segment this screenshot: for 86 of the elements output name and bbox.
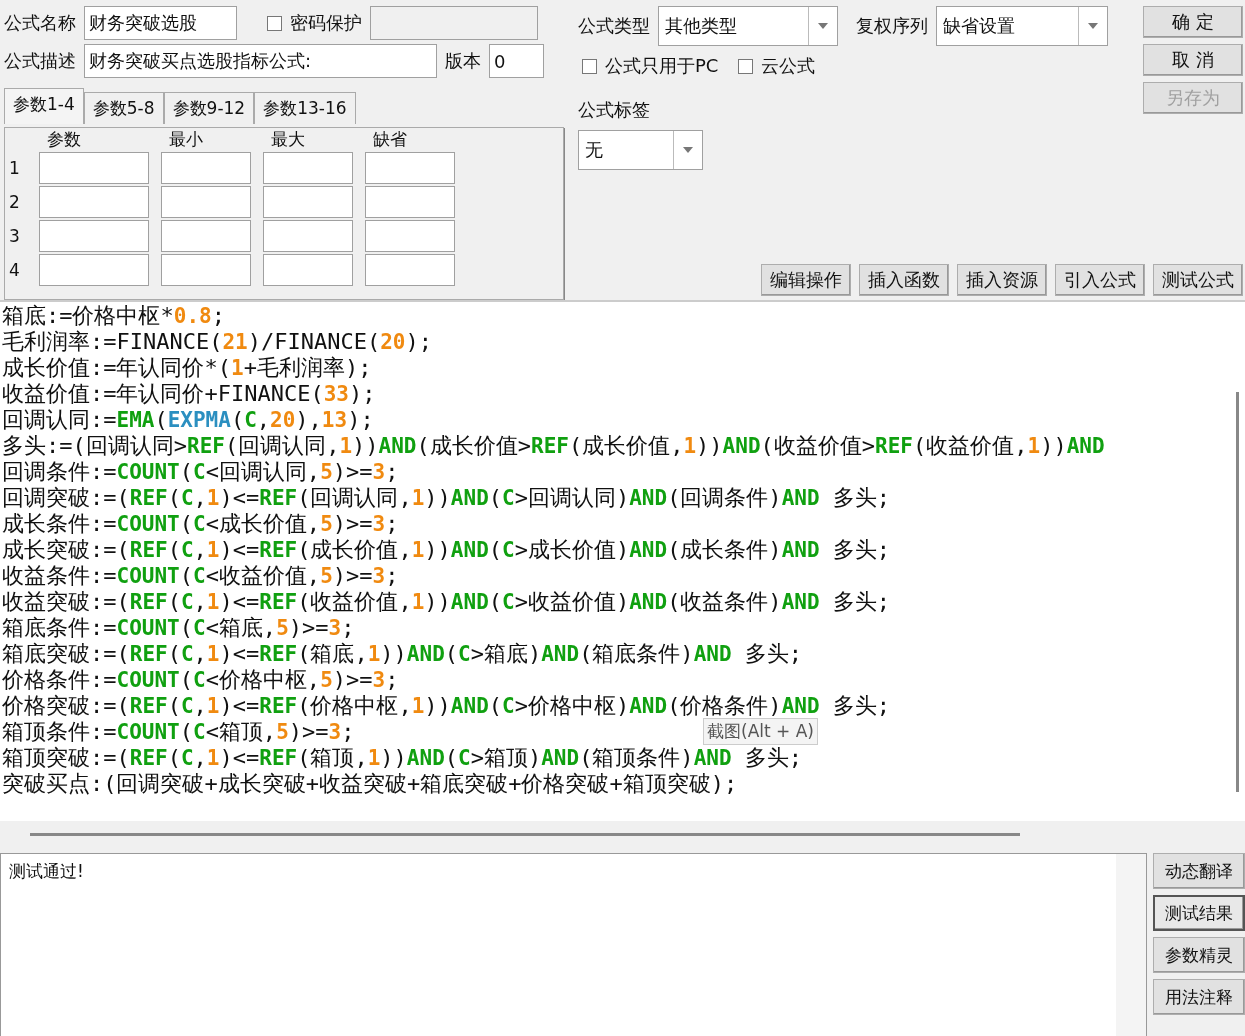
tab[interactable]: 参数5-8 — [83, 92, 164, 124]
code-line: 回调突破:=(REF(C,1)<=REF(回调认同,1))AND(C>回调认同)AND(回调条件)AND 多头; — [2, 484, 891, 510]
row-number: 1 — [9, 158, 21, 178]
input-field[interactable] — [161, 254, 251, 286]
toolbar-button[interactable]: 插入函数 — [859, 264, 949, 296]
input-field[interactable]: 财务突破选股 — [84, 6, 237, 40]
code-line: 多头:=(回调认同>REF(回调认同,1))AND(成长价值>REF(成长价值,1))AND(收益价值>REF(收益价值,1))AND — [2, 432, 1105, 458]
input-field[interactable] — [39, 254, 149, 286]
input-field[interactable] — [365, 152, 455, 184]
input-field[interactable]: 0 — [489, 44, 544, 78]
input-field[interactable] — [365, 254, 455, 286]
code-line: 收益价值:=年认同价+FINANCE(33); — [2, 380, 376, 406]
checkbox-label: 公式只用于PC — [605, 54, 719, 78]
side-tab[interactable]: 用法注释 — [1153, 979, 1245, 1015]
output-text: 测试通过! — [9, 861, 84, 881]
caret-icon — [818, 23, 828, 29]
side-tab[interactable]: 参数精灵 — [1153, 937, 1245, 973]
field-label: 公式类型 — [578, 14, 650, 38]
tab[interactable]: 参数1-4 — [4, 88, 84, 124]
checkbox[interactable] — [738, 58, 754, 74]
input-field[interactable] — [161, 186, 251, 218]
horizontal-scrollbar[interactable] — [0, 821, 1245, 847]
dialog-button[interactable]: 确 定 — [1143, 6, 1243, 38]
code-line: 突破买点:(回调突破+成长突破+收益突破+箱底突破+价格突破+箱顶突破); — [2, 770, 738, 796]
code-line: 箱底条件:=COUNT(C<箱底,5)>=3; — [2, 614, 355, 640]
type-dropdown[interactable]: 其他类型 — [658, 6, 838, 46]
toolbar-button[interactable]: 插入资源 — [957, 264, 1047, 296]
column-header: 缺省 — [372, 128, 408, 150]
row-number: 2 — [9, 192, 21, 212]
field-label: 公式描述 — [4, 49, 76, 73]
column-header: 最小 — [168, 128, 204, 150]
field-label: 版本 — [445, 49, 481, 73]
code-line: 成长条件:=COUNT(C<成长价值,5)>=3; — [2, 510, 399, 536]
input-field[interactable] — [39, 186, 149, 218]
field-label: 公式名称 — [4, 11, 76, 35]
toolbar-button[interactable]: 编辑操作 — [761, 264, 851, 296]
code-line: 成长突破:=(REF(C,1)<=REF(成长价值,1))AND(C>成长价值)AND(成长条件)AND 多头; — [2, 536, 891, 562]
tooltip: 截图(Alt + A) — [703, 718, 818, 745]
code-line: 箱顶突破:=(REF(C,1)<=REF(箱顶,1))AND(C>箱顶)AND(箱顶条件)AND 多头; — [2, 744, 803, 770]
input-field[interactable] — [263, 254, 353, 286]
input-field[interactable] — [161, 152, 251, 184]
code-editor[interactable] — [0, 300, 1245, 847]
toolbar-button[interactable]: 引入公式 — [1055, 264, 1145, 296]
caret-icon — [1088, 23, 1098, 29]
code-line: 价格条件:=COUNT(C<价格中枢,5)>=3; — [2, 666, 399, 692]
code-line: 回调条件:=COUNT(C<回调认同,5)>=3; — [2, 458, 399, 484]
tab[interactable]: 参数9-12 — [163, 92, 255, 124]
input-field[interactable]: 财务突破买点选股指标公式: — [84, 44, 437, 78]
input-field[interactable] — [263, 220, 353, 252]
side-tab[interactable]: 测试结果 — [1153, 895, 1245, 931]
password-field[interactable] — [370, 6, 538, 40]
input-field[interactable] — [365, 186, 455, 218]
input-field[interactable] — [263, 152, 353, 184]
dialog-button[interactable]: 取 消 — [1143, 44, 1243, 76]
checkbox-label: 密码保护 — [290, 11, 362, 35]
code-line: 箱底突破:=(REF(C,1)<=REF(箱底,1))AND(C>箱底)AND(箱底条件)AND 多头; — [2, 640, 803, 666]
row-number: 4 — [9, 260, 21, 280]
vertical-scrollbar[interactable] — [1116, 854, 1146, 1036]
code-line: 箱底:=价格中枢*0.8; — [2, 302, 225, 328]
input-field[interactable] — [161, 220, 251, 252]
code-line: 收益突破:=(REF(C,1)<=REF(收益价值,1))AND(C>收益价值)AND(收益条件)AND 多头; — [2, 588, 891, 614]
code-line: 回调认同:=EMA(EXPMA(C,20),13); — [2, 406, 374, 432]
input-field[interactable] — [365, 220, 455, 252]
column-header: 参数 — [46, 128, 82, 150]
vertical-scrollbar[interactable] — [1236, 392, 1239, 792]
toolbar-button[interactable]: 测试公式 — [1153, 264, 1243, 296]
checkbox[interactable] — [267, 15, 282, 31]
code-line: 成长价值:=年认同价*(1+毛利润率); — [2, 354, 372, 380]
checkbox[interactable] — [582, 58, 597, 74]
code-line: 收益条件:=COUNT(C<收益价值,5)>=3; — [2, 562, 399, 588]
field-label: 复权序列 — [856, 14, 928, 38]
input-field[interactable] — [263, 186, 353, 218]
checkbox-label: 云公式 — [761, 54, 816, 78]
field-label: 公式标签 — [578, 98, 651, 122]
code-line: 箱顶条件:=COUNT(C<箱顶,5)>=3; — [2, 718, 355, 744]
side-tab[interactable]: 动态翻译 — [1153, 853, 1245, 889]
column-header: 最大 — [270, 128, 306, 150]
tag-dropdown[interactable]: 无 — [578, 130, 703, 170]
row-number: 3 — [9, 226, 21, 246]
code-line: 毛利润率:=FINANCE(21)/FINANCE(20); — [2, 328, 432, 354]
rights-dropdown[interactable]: 缺省设置 — [936, 6, 1108, 46]
caret-icon — [683, 147, 693, 153]
code-line: 价格突破:=(REF(C,1)<=REF(价格中枢,1))AND(C>价格中枢)AND(价格条件)AND 多头; — [2, 692, 891, 718]
input-field[interactable] — [39, 220, 149, 252]
input-field[interactable] — [39, 152, 149, 184]
tab[interactable]: 参数13-16 — [254, 92, 356, 124]
